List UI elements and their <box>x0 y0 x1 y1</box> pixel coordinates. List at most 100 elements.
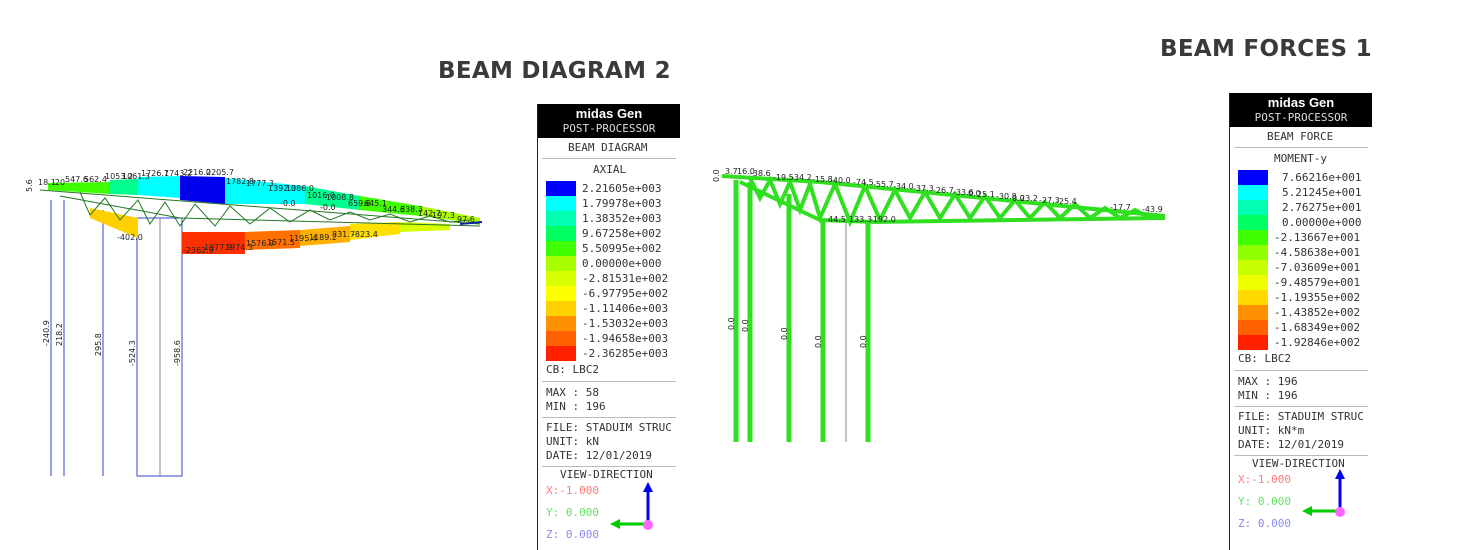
max-label: MAX : 196 <box>1238 375 1298 388</box>
subtitle-label: POST-PROCESSOR <box>562 122 656 135</box>
color-legend: 7.66216e+001 5.21245e+001 2.76275e+001 0… <box>1230 170 1372 350</box>
legend-swatch <box>546 256 576 271</box>
legend-swatch <box>1238 320 1268 335</box>
svg-text:0.0: 0.0 <box>741 319 750 332</box>
legend-swatch <box>1238 290 1268 305</box>
legend-row: -2.13667e+001 <box>1230 230 1372 245</box>
legend-row: -2.81531e+002 <box>538 271 680 286</box>
legend-row: 5.50995e+002 <box>538 241 680 256</box>
panel-header: midas Gen POST-PROCESSOR <box>1230 93 1372 127</box>
date-label: DATE: 12/01/2019 <box>1238 438 1344 451</box>
svg-text:-823.4: -823.4 <box>352 230 378 239</box>
beam-diagram-title: BEAM DIAGRAM 2 <box>438 58 671 84</box>
legend-row: -7.03609e+001 <box>1230 260 1372 275</box>
legend-swatch <box>546 316 576 331</box>
legend-row: -1.53032e+003 <box>538 316 680 331</box>
svg-text:-26.7: -26.7 <box>933 186 954 195</box>
legend-row: -2.36285e+003 <box>538 346 680 361</box>
svg-text:97.6: 97.6 <box>457 215 475 224</box>
legend-row: -9.48579e+001 <box>1230 275 1372 290</box>
svg-text:-0.0: -0.0 <box>280 199 296 208</box>
legend-row: 2.21605e+003 <box>538 181 680 196</box>
svg-text:-55.7: -55.7 <box>873 180 894 189</box>
component-label: MOMENT-y <box>1274 152 1327 165</box>
moment-diagram: 0.0 3.7 16.0 -38.6 -19.5 -34.2 -15.8 -40… <box>712 167 1166 442</box>
legend-swatch <box>546 181 576 196</box>
result-type: BEAM DIAGRAM <box>568 141 648 154</box>
legend-row: -4.58638e+001 <box>1230 245 1372 260</box>
legend-row: 7.66216e+001 <box>1230 170 1372 185</box>
legend-swatch <box>1238 170 1268 185</box>
svg-text:-240.9: -240.9 <box>42 320 51 346</box>
svg-text:-0.0: -0.0 <box>320 203 336 212</box>
load-case-label: CB: LBC2 <box>1238 352 1291 365</box>
svg-text:25.1: 25.1 <box>977 190 995 199</box>
svg-text:-43.9: -43.9 <box>1142 205 1163 214</box>
legend-row: 2.76275e+001 <box>1230 200 1372 215</box>
svg-text:218.2: 218.2 <box>55 323 64 346</box>
legend-swatch <box>1238 230 1268 245</box>
svg-text:-17.7: -17.7 <box>1110 203 1131 212</box>
svg-text:133.3: 133.3 <box>849 215 872 224</box>
svg-text:-20: -20 <box>52 178 65 187</box>
axial-force-diagram: 5.6 18.1 -20 547.6 562.4 1053.2 1061.3 1… <box>25 168 483 477</box>
axial-column-labels: -240.9 218.2 295.8 -524.3 -958.6 <box>42 320 182 366</box>
beam-forces-title: BEAM FORCES 1 <box>1160 36 1372 62</box>
svg-text:197.3: 197.3 <box>432 211 455 220</box>
legend-row: -1.68349e+002 <box>1230 320 1372 335</box>
legend-row: -1.19355e+002 <box>1230 290 1372 305</box>
legend-swatch <box>1238 215 1268 230</box>
legend-row: 1.79978e+003 <box>538 196 680 211</box>
svg-text:-37.3: -37.3 <box>913 184 934 193</box>
svg-text:295.8: 295.8 <box>94 333 103 356</box>
moment-bottom-labels: 44.5 133.3 -192.0 <box>828 215 896 224</box>
max-label: MAX : 58 <box>546 386 599 399</box>
legend-row: -1.92846e+002 <box>1230 335 1372 350</box>
legend-row: -6.97795e+002 <box>538 286 680 301</box>
legend-row: -1.43852e+002 <box>1230 305 1372 320</box>
legend-swatch <box>546 331 576 346</box>
svg-text:-402.0: -402.0 <box>117 233 143 242</box>
svg-text:0.0: 0.0 <box>727 317 736 330</box>
legend-swatch <box>1238 305 1268 320</box>
legend-swatch <box>546 226 576 241</box>
svg-text:2205.7: 2205.7 <box>206 168 234 177</box>
svg-text:-524.3: -524.3 <box>128 340 137 366</box>
legend-row: -1.11406e+003 <box>538 301 680 316</box>
brand-label: midas Gen <box>575 106 643 121</box>
panel-header: midas Gen POST-PROCESSOR <box>538 104 680 138</box>
svg-text:-40.0: -40.0 <box>830 176 851 185</box>
svg-text:23.2: 23.2 <box>1020 194 1038 203</box>
min-label: MIN : 196 <box>1238 389 1298 402</box>
legend-swatch <box>546 241 576 256</box>
axis-triad-icon <box>610 482 653 530</box>
color-legend: 2.21605e+003 1.79978e+003 1.38352e+003 9… <box>538 181 680 361</box>
legend-row: 0.00000e+000 <box>1230 215 1372 230</box>
svg-text:0.0: 0.0 <box>780 327 789 340</box>
legend-swatch <box>1238 185 1268 200</box>
legend-swatch <box>546 211 576 226</box>
file-label: FILE: STADUIM STRUC <box>1238 410 1364 423</box>
svg-text:-25.4: -25.4 <box>1056 197 1077 206</box>
legend-swatch <box>1238 200 1268 215</box>
legend-swatch <box>546 271 576 286</box>
svg-text:5.6: 5.6 <box>25 179 34 192</box>
view-direction-label: VIEW-DIRECTION <box>560 468 653 481</box>
svg-text:0.0: 0.0 <box>814 335 823 348</box>
legend-row: -1.94658e+003 <box>538 331 680 346</box>
legend-swatch <box>1238 275 1268 290</box>
unit-label: UNIT: kN <box>546 435 599 448</box>
svg-text:-34.0: -34.0 <box>893 182 914 191</box>
axial-legend-panel: midas Gen POST-PROCESSOR BEAM DIAGRAM AX… <box>537 104 680 550</box>
legend-row: 0.00000e+000 <box>538 256 680 271</box>
subtitle-label: POST-PROCESSOR <box>1254 111 1348 124</box>
legend-swatch <box>1238 335 1268 350</box>
svg-text:44.5: 44.5 <box>828 215 846 224</box>
moment-legend-panel: midas Gen POST-PROCESSOR BEAM FORCE MOME… <box>1229 93 1372 550</box>
unit-label: UNIT: kN*m <box>1238 424 1305 437</box>
legend-swatch <box>546 301 576 316</box>
svg-text:-34.2: -34.2 <box>791 173 812 182</box>
legend-row: 1.38352e+003 <box>538 211 680 226</box>
legend-swatch <box>546 196 576 211</box>
brand-label: midas Gen <box>1267 95 1335 110</box>
